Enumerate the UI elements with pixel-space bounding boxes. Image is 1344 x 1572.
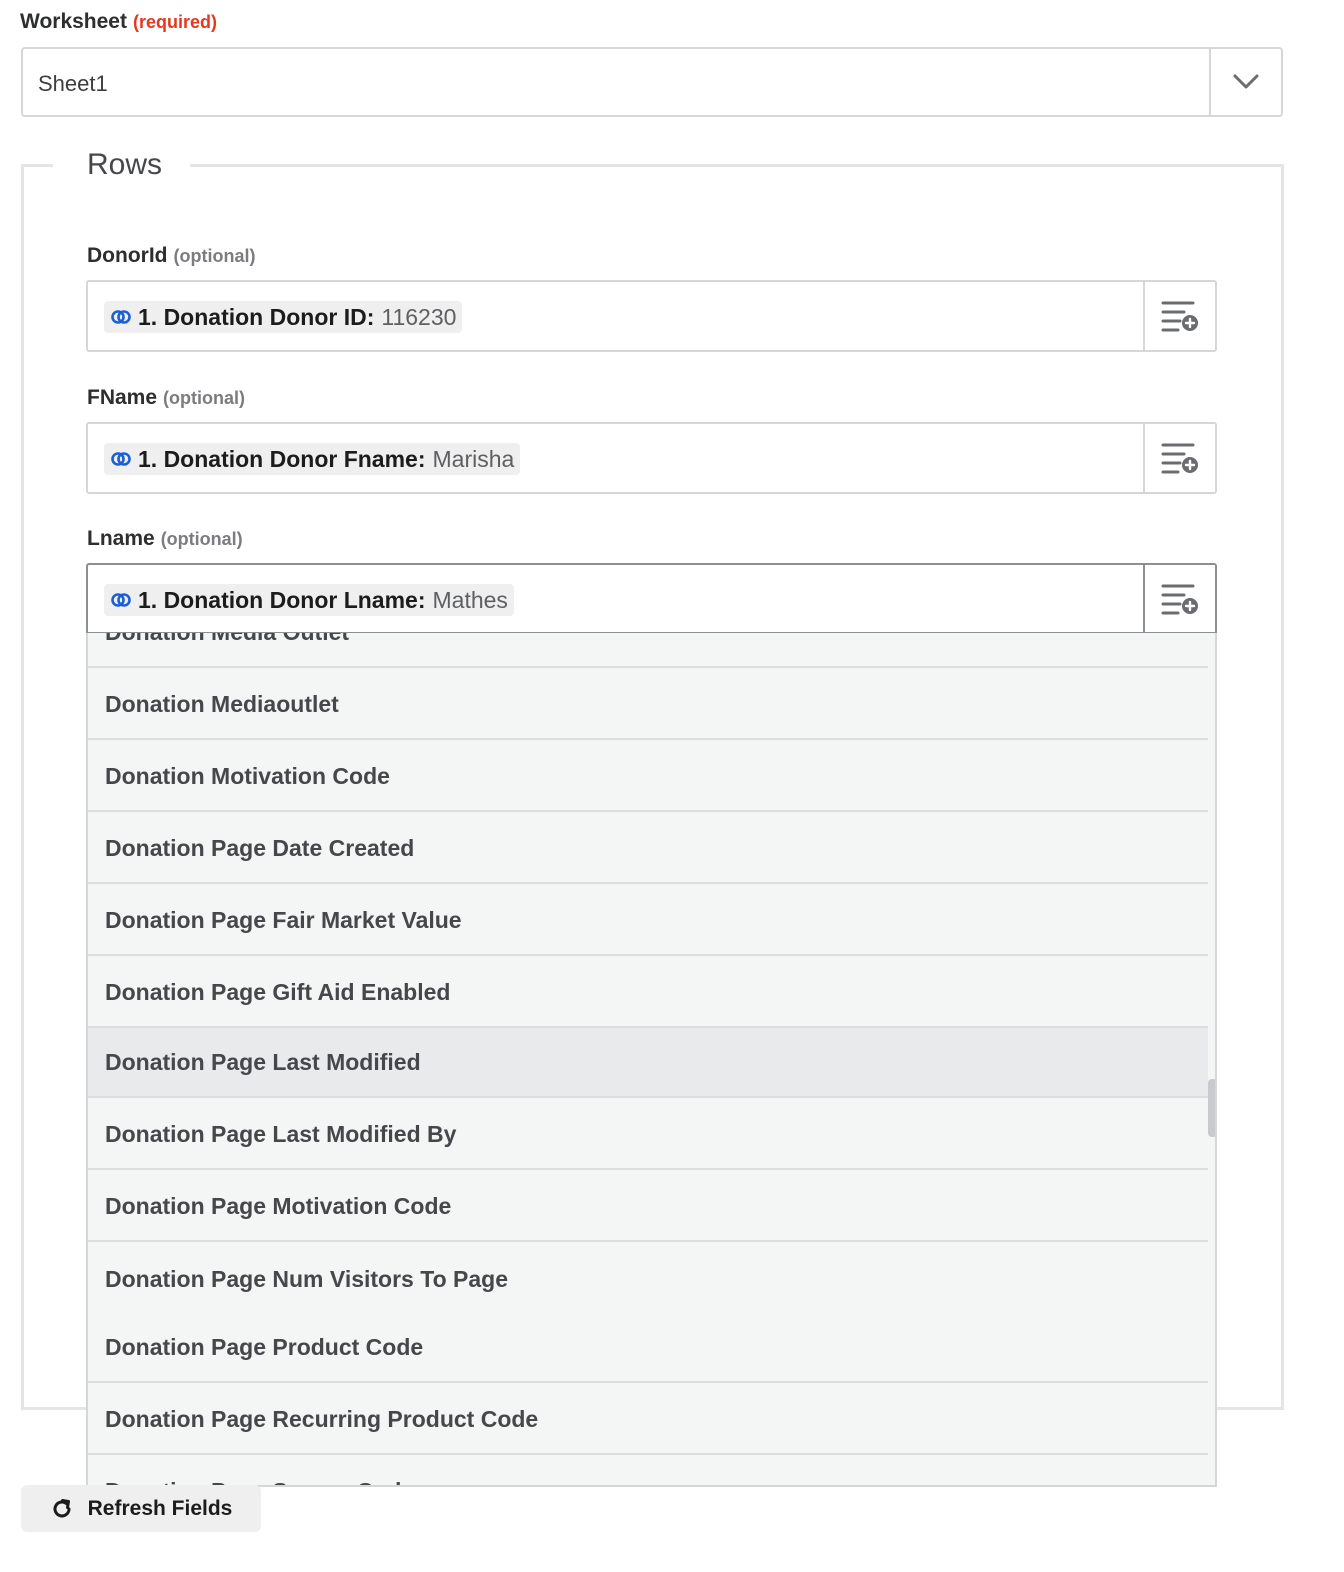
- insert-data-button[interactable]: [1143, 282, 1215, 350]
- dropdown-option[interactable]: Donation Page Last Modified By: [88, 1100, 1208, 1170]
- pill-field-name: 1. Donation Donor ID:: [138, 303, 375, 330]
- link-icon: [111, 310, 131, 324]
- fieldset-border-right: [1281, 164, 1284, 1410]
- link-icon: [111, 593, 131, 607]
- optional-tag: (optional): [160, 529, 243, 549]
- fname-label: FName: [87, 386, 158, 409]
- insert-field-icon: [1161, 301, 1198, 332]
- donorid-label: DonorId: [87, 244, 168, 267]
- optional-tag: (optional): [173, 246, 256, 266]
- insert-field-icon: [1161, 584, 1198, 615]
- donorid-label-row: DonorId (optional): [87, 244, 255, 268]
- dropdown-option[interactable]: Donation Page Gift Aid Enabled: [88, 958, 1208, 1028]
- worksheet-select-value: Sheet1: [38, 71, 108, 96]
- refresh-icon: [53, 1498, 71, 1517]
- required-tag: (required): [132, 12, 217, 32]
- pill-field-value: Marisha: [432, 445, 515, 472]
- chevron-down-icon: [1233, 74, 1259, 89]
- fname-label-row: FName (optional): [87, 386, 245, 410]
- insert-data-button[interactable]: [1143, 424, 1215, 492]
- refresh-fields-label: Refresh Fields: [87, 1496, 233, 1520]
- insert-data-button[interactable]: [1143, 565, 1215, 633]
- dropdown-option[interactable]: Donation Page Recurring Product Code: [88, 1385, 1208, 1455]
- field-options-dropdown[interactable]: Donation Media Outlet Donation Mediaoutl…: [86, 633, 1217, 1487]
- dropdown-scrollbar[interactable]: [1208, 1079, 1215, 1137]
- worksheet-label: Worksheet: [20, 10, 127, 33]
- dropdown-option[interactable]: Donation Page Fair Market Value: [88, 886, 1208, 956]
- dropdown-option[interactable]: Donation Page Product Code: [88, 1313, 1208, 1383]
- dropdown-option[interactable]: Donation Page Source Code: [88, 1457, 1208, 1486]
- lname-label: Lname: [87, 527, 155, 550]
- dropdown-option[interactable]: Donation Media Outlet: [88, 633, 1208, 668]
- pill-field-value: Mathes: [432, 586, 508, 613]
- pill-field-name: 1. Donation Donor Fname:: [138, 445, 426, 472]
- refresh-fields-button[interactable]: Refresh Fields: [21, 1485, 261, 1532]
- mapped-field-pill[interactable]: 1. Donation Donor ID: 116230: [104, 301, 463, 333]
- dropdown-option-highlighted[interactable]: Donation Page Last Modified: [88, 1028, 1208, 1098]
- rows-title: Rows: [87, 148, 163, 182]
- lname-label-row: Lname (optional): [87, 527, 243, 551]
- dropdown-option[interactable]: Donation Page Num Visitors To Page: [88, 1244, 1208, 1314]
- dropdown-option[interactable]: Donation Motivation Code: [88, 742, 1208, 812]
- pill-field-name: 1. Donation Donor Lname:: [138, 586, 426, 613]
- fname-input[interactable]: 1. Donation Donor Fname: Marisha: [86, 422, 1217, 494]
- mapped-field-pill[interactable]: 1. Donation Donor Fname: Marisha: [104, 443, 521, 475]
- fieldset-border-left: [21, 164, 24, 1410]
- pill-field-value: 116230: [381, 303, 457, 330]
- worksheet-select[interactable]: Sheet1: [21, 47, 1283, 117]
- worksheet-dropdown-button[interactable]: [1209, 49, 1281, 115]
- fieldset-border-top-left: [21, 164, 53, 167]
- dropdown-option[interactable]: Donation Page Motivation Code: [88, 1172, 1208, 1242]
- link-icon: [111, 452, 131, 466]
- insert-field-icon: [1161, 443, 1198, 474]
- dropdown-option[interactable]: Donation Mediaoutlet: [88, 670, 1208, 740]
- lname-input[interactable]: 1. Donation Donor Lname: Mathes: [86, 563, 1217, 634]
- dropdown-option[interactable]: Donation Page Date Created: [88, 814, 1208, 884]
- optional-tag: (optional): [163, 388, 246, 408]
- donorid-input[interactable]: 1. Donation Donor ID: 116230: [86, 280, 1217, 352]
- worksheet-label-row: Worksheet (required): [20, 10, 217, 34]
- mapped-field-pill[interactable]: 1. Donation Donor Lname: Mathes: [104, 584, 514, 616]
- fieldset-border-top-right: [190, 164, 1284, 167]
